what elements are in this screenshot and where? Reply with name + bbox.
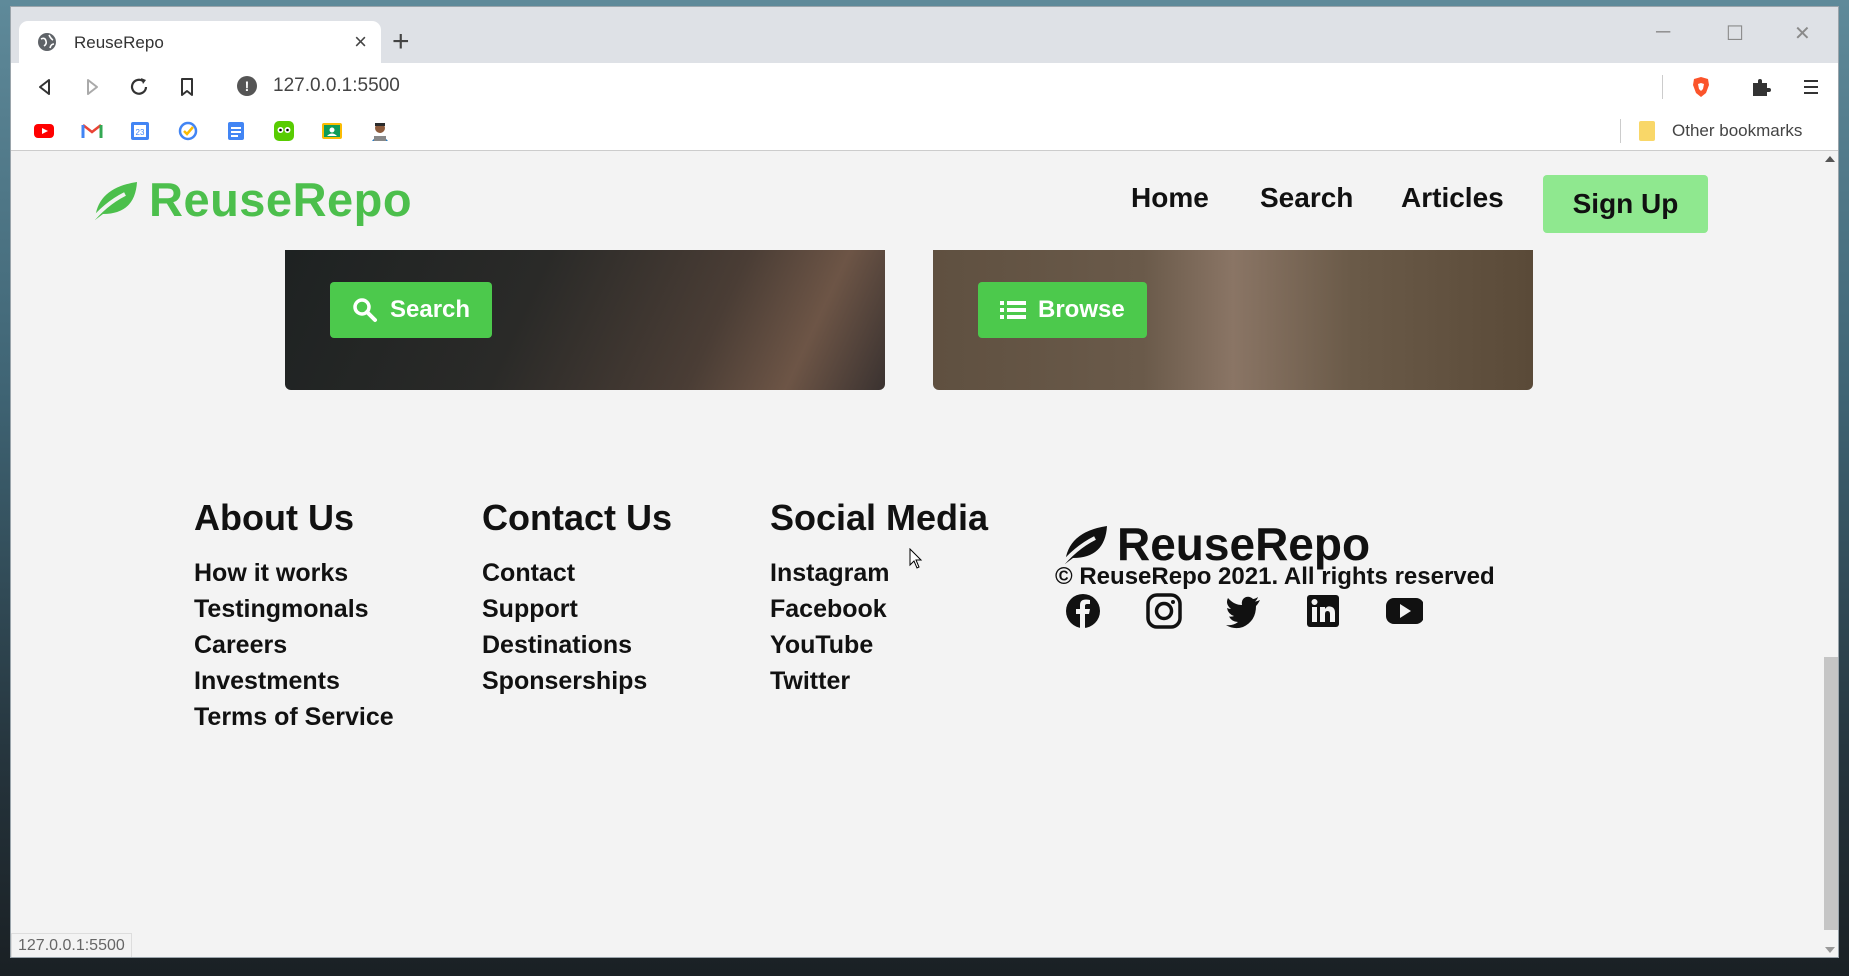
bookmark-icon[interactable]: [175, 75, 199, 99]
bookmarks-divider: [1620, 119, 1621, 143]
footer-social-title: Social Media: [770, 497, 989, 538]
new-tab-icon[interactable]: +: [392, 27, 410, 57]
url-bar[interactable]: 127.0.0.1:5500: [273, 75, 400, 97]
footer-about: About Us How it works Testingmonals Care…: [194, 497, 394, 735]
browse-card: Browse: [933, 250, 1533, 390]
avatar-icon[interactable]: [369, 120, 391, 142]
nav-search[interactable]: Search: [1260, 182, 1353, 214]
footer-link[interactable]: Terms of Service: [194, 699, 394, 735]
bookmarks-bar: 23 Other bookmarks: [11, 111, 1838, 151]
twitter-icon[interactable]: [1224, 592, 1262, 630]
extensions-icon[interactable]: [1749, 75, 1773, 99]
search-button[interactable]: Search: [330, 282, 493, 338]
browse-button[interactable]: Browse: [978, 282, 1147, 338]
footer-link[interactable]: Careers: [194, 627, 394, 663]
footer-link[interactable]: YouTube: [770, 627, 988, 663]
footer-link[interactable]: Twitter: [770, 663, 988, 699]
menu-icon[interactable]: [1799, 75, 1823, 99]
window-close-icon[interactable]: ✕: [1794, 21, 1811, 46]
youtube-icon[interactable]: [1385, 592, 1423, 630]
calendar-icon[interactable]: 23: [129, 120, 151, 142]
calendar-day: 23: [136, 128, 145, 137]
footer-contact-title: Contact Us: [482, 497, 673, 538]
footer-link[interactable]: Instagram: [770, 555, 988, 591]
footer-link[interactable]: Destinations: [482, 627, 672, 663]
facebook-icon[interactable]: [1064, 592, 1102, 630]
forward-icon[interactable]: [80, 75, 104, 99]
page-viewport: ReuseRepo Home Search Articles Sign Up S…: [11, 152, 1838, 957]
site-logo[interactable]: ReuseRepo: [85, 172, 412, 227]
footer-link[interactable]: Testingmonals: [194, 591, 394, 627]
scroll-down-arrow[interactable]: [1825, 947, 1835, 953]
docs-icon[interactable]: [225, 120, 247, 142]
nav-articles[interactable]: Articles: [1401, 182, 1504, 214]
scroll-up-arrow[interactable]: [1825, 156, 1835, 162]
footer-link[interactable]: How it works: [194, 555, 394, 591]
brave-icon[interactable]: [1689, 75, 1713, 99]
browser-toolbar: ! 127.0.0.1:5500: [11, 63, 1838, 111]
site-info-icon[interactable]: !: [237, 76, 257, 96]
footer-link[interactable]: Sponserships: [482, 663, 672, 699]
other-bookmarks[interactable]: Other bookmarks: [1672, 121, 1802, 141]
nav-home[interactable]: Home: [1131, 182, 1209, 214]
browse-button-label: Browse: [1038, 296, 1125, 323]
status-bar-url: 127.0.0.1:5500: [11, 933, 132, 957]
classroom-icon[interactable]: [321, 120, 343, 142]
footer-link[interactable]: Facebook: [770, 591, 988, 627]
close-tab-icon[interactable]: ×: [354, 29, 367, 55]
tab-strip: ReuseRepo × + ─ ☐ ✕: [11, 7, 1838, 63]
linkedin-icon[interactable]: [1304, 592, 1342, 630]
scroll-thumb[interactable]: [1824, 657, 1838, 930]
footer-link[interactable]: Contact: [482, 555, 672, 591]
footer-about-title: About Us: [194, 497, 354, 538]
tasks-icon[interactable]: [177, 120, 199, 142]
page-scrollbar[interactable]: [1822, 152, 1838, 957]
logo-text: ReuseRepo: [149, 173, 413, 226]
search-card: Search: [285, 250, 885, 390]
footer-link[interactable]: Investments: [194, 663, 394, 699]
browser-window: ReuseRepo × + ─ ☐ ✕ ! 127.0.0.1:5500 23 …: [10, 6, 1839, 958]
duolingo-icon[interactable]: [273, 120, 295, 142]
signup-button[interactable]: Sign Up: [1543, 175, 1708, 233]
gmail-icon[interactable]: [81, 120, 103, 142]
search-icon: [353, 298, 377, 322]
back-icon[interactable]: [33, 75, 57, 99]
reload-icon[interactable]: [127, 75, 151, 99]
copyright-text: © ReuseRepo 2021. All rights reserved: [1055, 563, 1495, 590]
footer-link[interactable]: Support: [482, 591, 672, 627]
maximize-icon[interactable]: ☐: [1726, 21, 1744, 46]
footer-contact: Contact Us Contact Support Destinations …: [482, 497, 672, 699]
instagram-icon[interactable]: [1145, 592, 1183, 630]
tab-title: ReuseRepo: [74, 33, 164, 52]
globe-icon: [38, 33, 56, 51]
folder-icon: [1639, 121, 1655, 141]
footer-social: Social Media Instagram Facebook YouTube …: [770, 497, 988, 699]
toolbar-divider: [1662, 75, 1663, 99]
list-icon: [1000, 301, 1026, 319]
minimize-icon[interactable]: ─: [1656, 21, 1670, 44]
mouse-cursor-icon: [909, 548, 923, 569]
leaf-logo-icon: [87, 181, 137, 225]
browser-tab[interactable]: ReuseRepo ×: [19, 21, 381, 63]
youtube-icon[interactable]: [33, 120, 55, 142]
search-button-label: Search: [390, 296, 471, 323]
